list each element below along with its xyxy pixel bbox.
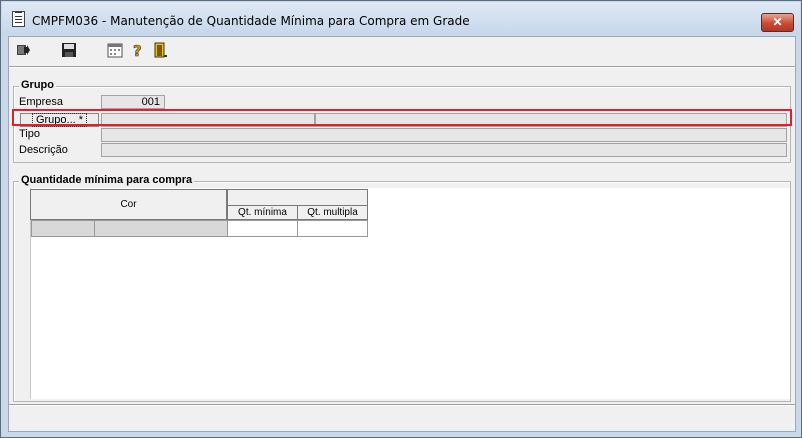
empresa-label: Empresa xyxy=(19,96,64,108)
grid-cell-qt-minima[interactable] xyxy=(227,220,298,237)
toolbar: ? xyxy=(9,37,795,65)
close-button[interactable]: ✕ xyxy=(761,13,794,32)
help-icon[interactable]: ? xyxy=(130,42,146,58)
exit-arrow-icon[interactable] xyxy=(15,42,31,58)
calendar-icon[interactable] xyxy=(107,42,123,58)
qt-minima-header[interactable]: Qt. mínima xyxy=(227,205,298,220)
main-window: CMPFM036 - Manutenção de Quantidade Míni… xyxy=(0,0,802,438)
save-icon[interactable] xyxy=(61,42,77,58)
tipo-label: Tipo xyxy=(19,128,40,140)
toolbar-separator xyxy=(9,66,795,68)
title-bar[interactable]: CMPFM036 - Manutenção de Quantidade Míni… xyxy=(2,2,800,35)
empresa-field[interactable]: 001 xyxy=(101,95,165,109)
document-icon xyxy=(12,11,25,27)
window-title: CMPFM036 - Manutenção de Quantidade Míni… xyxy=(32,14,470,28)
descricao-field[interactable] xyxy=(101,143,787,157)
qty-group-header xyxy=(227,189,368,206)
grupo-title: Grupo xyxy=(19,79,56,91)
quantidade-title: Quantidade mínima para compra xyxy=(19,174,195,186)
descricao-label: Descrição xyxy=(19,144,68,156)
tipo-field[interactable] xyxy=(101,128,787,142)
svg-text:?: ? xyxy=(133,42,142,58)
highlight-box xyxy=(12,109,792,126)
grid-cell-cor-code[interactable] xyxy=(31,220,95,237)
grid-cell-qt-multipla[interactable] xyxy=(297,220,368,237)
client-area: ? Grupo Empresa 001 Grupo... * Tipo Desc… xyxy=(8,36,796,432)
grid-cell-cor-name[interactable] xyxy=(94,220,228,237)
door-icon[interactable] xyxy=(152,42,168,58)
qt-multipla-header[interactable]: Qt. multipla xyxy=(297,205,368,220)
bottom-separator xyxy=(9,404,795,406)
cor-header[interactable]: Cor xyxy=(30,189,227,220)
